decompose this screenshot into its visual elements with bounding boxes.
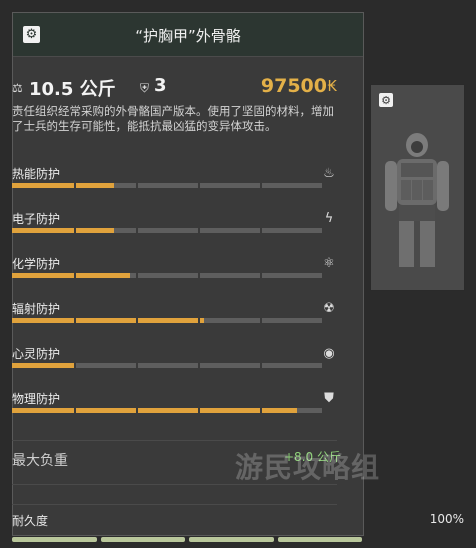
radiation-icon: ☢ — [323, 300, 335, 316]
chemical-icon: ⚛ — [323, 255, 335, 271]
durability-label: 耐久度 — [12, 514, 49, 528]
bar-segment-divider — [260, 363, 262, 368]
item-slots: 3 — [154, 75, 167, 96]
slot-icon: ⛨ — [140, 81, 150, 95]
panel-header: ⚙ “护胸甲”外骨骼 — [13, 13, 363, 57]
item-title: “护胸甲”外骨骼 — [135, 27, 241, 45]
physical-shield-icon: ⛊ — [324, 390, 334, 406]
protection-bar-fill — [12, 183, 114, 188]
bar-segment-divider — [136, 183, 138, 188]
item-price: 97500 — [260, 75, 327, 97]
strip-segment — [12, 537, 97, 542]
protection-bar-fill — [12, 273, 130, 278]
bar-segment-divider — [260, 183, 262, 188]
bar-segment-divider — [74, 318, 76, 323]
psy-icon: ◉ — [323, 345, 335, 361]
divider — [12, 440, 337, 441]
item-description: 责任组织经常采购的外骨骼国产版本。使用了坚固的材料，增加了士兵的生存可能性，能抵… — [12, 104, 334, 133]
bar-segment-divider — [260, 273, 262, 278]
bar-segment-divider — [74, 408, 76, 413]
bar-segment-divider — [198, 363, 200, 368]
protection-label: 电子防护 — [12, 212, 61, 226]
bar-segment-divider — [198, 273, 200, 278]
bar-segment-divider — [74, 363, 76, 368]
bar-segment-divider — [74, 183, 76, 188]
protection-bar-track — [12, 318, 322, 323]
item-weight: 10.5 公斤 — [29, 79, 116, 100]
protection-row: 化学防护 ⚛ — [12, 255, 340, 295]
protection-row: 电子防护 ϟ — [12, 210, 340, 250]
protection-row: 心灵防护 ◉ — [12, 345, 340, 385]
protection-label: 物理防护 — [12, 392, 61, 406]
protection-bar-track — [12, 273, 322, 278]
protection-bar-track — [12, 363, 322, 368]
bar-segment-divider — [260, 318, 262, 323]
bar-segment-divider — [74, 228, 76, 233]
protection-label: 心灵防护 — [12, 347, 61, 361]
stats-row: ⚖ 10.5 公斤 ⛨ 3 97500 ₭ — [12, 75, 337, 100]
bar-segment-divider — [260, 228, 262, 233]
strip-segment — [189, 537, 274, 542]
bar-segment-divider — [136, 273, 138, 278]
strip-segment — [277, 537, 362, 542]
protection-bar-fill — [12, 318, 204, 323]
bar-segment-divider — [198, 228, 200, 233]
durability-value: 100% — [429, 512, 464, 526]
watermark: 游民攻略组 — [235, 451, 381, 484]
protection-bar-fill — [12, 408, 297, 413]
bar-segment-divider — [136, 228, 138, 233]
bar-segment-divider — [260, 408, 262, 413]
protection-bar-track — [12, 408, 322, 413]
bar-segment-divider — [198, 183, 200, 188]
strip-segment — [100, 537, 185, 542]
weight-icon: ⚖ — [12, 81, 23, 95]
item-thumbnail-card[interactable]: ⚙ — [370, 84, 465, 291]
bar-segment-divider — [136, 318, 138, 323]
bottom-strip — [12, 535, 362, 544]
protection-row: 辐射防护 ☢ — [12, 300, 340, 340]
protection-row: 物理防护 ⛊ — [12, 390, 340, 430]
divider — [12, 504, 337, 505]
protection-bar-track — [12, 228, 322, 233]
protection-label: 热能防护 — [12, 167, 61, 181]
protection-row: 热能防护 ♨ — [12, 165, 340, 205]
protection-bar-fill — [12, 228, 114, 233]
bar-segment-divider — [198, 408, 200, 413]
exoskeleton-image — [385, 133, 449, 267]
electric-shield-icon: ϟ — [324, 210, 334, 226]
bar-segment-divider — [136, 408, 138, 413]
protection-bar-track — [12, 183, 322, 188]
bar-segment-divider — [136, 363, 138, 368]
protection-label: 化学防护 — [12, 257, 61, 271]
bar-segment-divider — [198, 318, 200, 323]
bar-segment-divider — [74, 273, 76, 278]
carry-label: 最大负重 — [12, 453, 68, 469]
fire-icon: ♨ — [323, 165, 335, 181]
settings-icon[interactable]: ⚙ — [379, 93, 393, 107]
protection-bar-fill — [12, 363, 74, 368]
currency-icon: ₭ — [327, 77, 337, 95]
protection-label: 辐射防护 — [12, 302, 61, 316]
